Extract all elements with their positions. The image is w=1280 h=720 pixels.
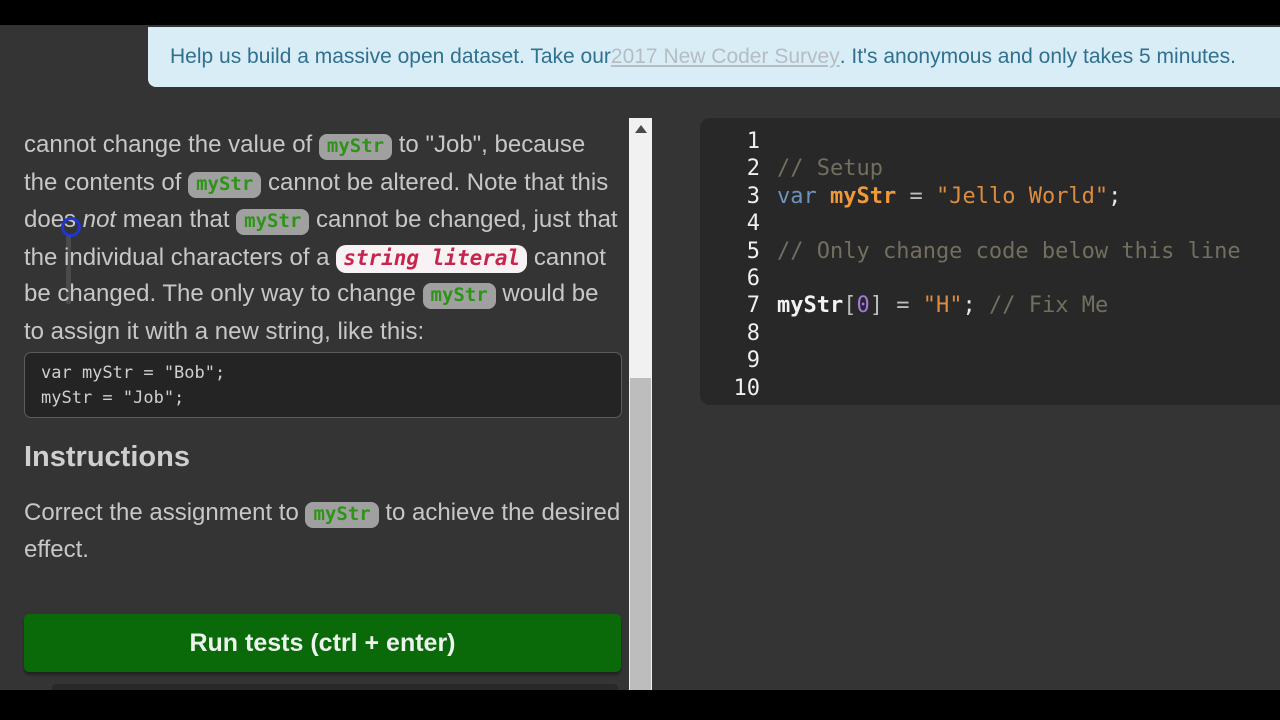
line-number: 5: [746, 238, 760, 264]
token-comment: // Setup: [777, 156, 883, 182]
editor-line[interactable]: 6: [700, 265, 1280, 292]
code-line: var myStr = "Bob";: [41, 363, 226, 383]
code-editor[interactable]: 1 2 // Setup 3 var myStr = "Jello World"; 4 5 /…: [700, 118, 1280, 405]
token-op: =: [896, 183, 936, 209]
editor-code[interactable]: myStr[0] = "H"; // Fix Me: [777, 292, 1108, 319]
token-op: ]: [869, 293, 883, 319]
editor-code[interactable]: var myStr = "Jello World";: [777, 183, 1121, 210]
text-segment: Correct the assignment to: [24, 499, 306, 526]
page-background: Help us build a massive open dataset. Ta…: [0, 25, 1280, 690]
token-def: myStr: [830, 183, 897, 209]
editor-line[interactable]: 9: [700, 347, 1280, 374]
lesson-scrollbar[interactable]: [629, 118, 652, 690]
line-number: 7: [746, 293, 760, 319]
token-str: "Jello World": [935, 183, 1109, 209]
token-comment: // Only change code below this line: [777, 238, 1241, 264]
survey-banner: Help us build a massive open dataset. Ta…: [148, 27, 1280, 87]
text-segment: cannot change the value of: [24, 131, 319, 158]
inline-code-highlight: string literal: [336, 244, 528, 273]
banner-text-before: Help us build a massive open dataset. Ta…: [170, 45, 611, 68]
banner-text-after: . It's anonymous and only takes 5 minute…: [839, 45, 1236, 68]
editor-line[interactable]: 1: [700, 128, 1280, 155]
inline-code: myStr: [236, 209, 310, 235]
line-number: 9: [746, 348, 760, 374]
token-comment: // Fix Me: [988, 293, 1109, 319]
instructions-heading: Instructions: [24, 441, 190, 473]
inline-code: myStr: [188, 171, 262, 198]
token-num: 0: [856, 293, 870, 319]
scrollbar-thumb[interactable]: [630, 378, 651, 690]
line-number: 1: [746, 129, 760, 154]
line-number: 6: [746, 265, 760, 291]
text-segment: mean that: [116, 206, 237, 233]
editor-line[interactable]: 3 var myStr = "Jello World";: [700, 183, 1280, 210]
token-op: =: [882, 293, 923, 319]
inline-code: myStr: [305, 502, 379, 528]
inline-code: myStr: [422, 283, 496, 309]
line-number: 3: [746, 183, 760, 209]
token-str: "H": [922, 293, 963, 319]
editor-line[interactable]: 10: [700, 375, 1280, 402]
token-plain: ;: [962, 293, 989, 319]
editor-code[interactable]: // Setup: [777, 155, 883, 182]
text-cursor-trail: [66, 236, 71, 304]
instructions-text: Correct the assignment to myStr to achie…: [24, 495, 624, 568]
editor-line[interactable]: 7 myStr[0] = "H"; // Fix Me: [700, 292, 1280, 319]
token-defwhite: myStr: [777, 293, 844, 319]
mouse-click-indicator-icon: [61, 217, 81, 237]
token-plain: ;: [1108, 183, 1122, 209]
letterbox-top: [0, 0, 1280, 25]
text-segment: not: [82, 206, 117, 233]
token-kw: var: [777, 183, 817, 209]
code-line: myStr = "Job";: [41, 388, 185, 408]
line-number: 4: [746, 211, 760, 237]
editor-line[interactable]: 5 // Only change code below this line: [700, 238, 1280, 265]
run-tests-button[interactable]: Run tests (ctrl + enter): [24, 614, 621, 672]
survey-link[interactable]: 2017 New Coder Survey: [611, 45, 840, 69]
line-number: 2: [746, 156, 760, 182]
editor-line[interactable]: 4: [700, 210, 1280, 237]
example-code-block: var myStr = "Bob"; myStr = "Job";: [24, 352, 622, 418]
editor-line[interactable]: 2 // Setup: [700, 155, 1280, 182]
letterbox-bottom: [0, 690, 1280, 720]
editor-line[interactable]: 8: [700, 320, 1280, 347]
editor-code[interactable]: // Only change code below this line: [777, 238, 1241, 265]
scrollbar-up-arrow-icon[interactable]: [634, 125, 647, 133]
lesson-description: cannot change the value of myStr to "Job…: [24, 127, 621, 349]
line-number: 10: [733, 375, 761, 401]
inline-code: myStr: [318, 134, 393, 160]
line-number: 8: [746, 320, 760, 346]
token-op: [: [843, 293, 857, 319]
